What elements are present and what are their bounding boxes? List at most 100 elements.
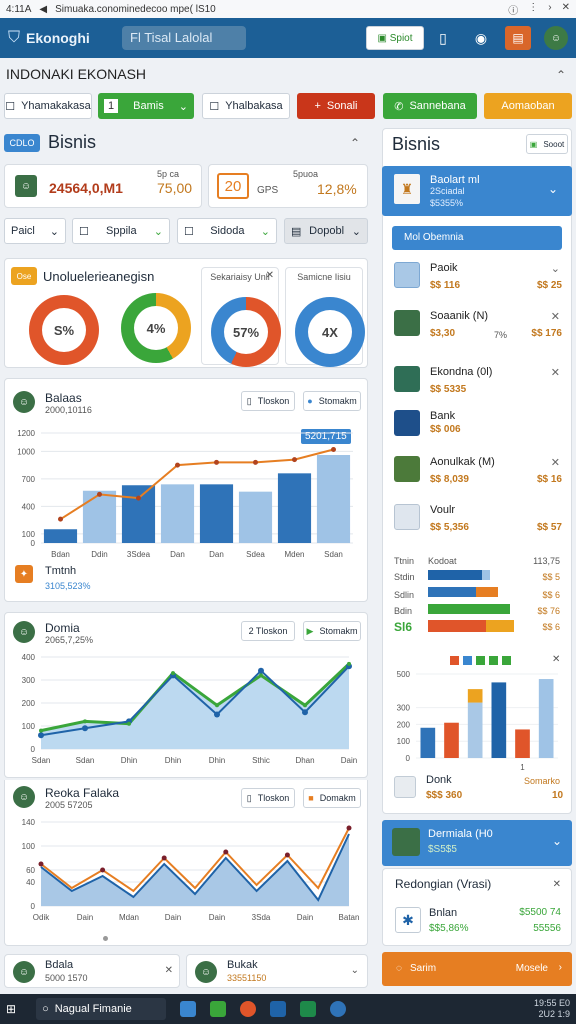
list-item[interactable]: Voulr $$ 5,356 $$ 57 — [392, 500, 564, 544]
stomakm-button[interactable]: ● Stomakm — [303, 391, 361, 411]
edge-icon[interactable] — [270, 1001, 287, 1017]
x-tick-label: Odik — [33, 913, 50, 922]
app-icon[interactable] — [210, 1001, 227, 1017]
x-tick-label: Dhin — [209, 756, 225, 765]
tloskon-button[interactable]: ▯ Tloskon — [241, 788, 295, 808]
avatar: ☺ — [13, 961, 35, 983]
domakm-button[interactable]: ■ Domakm — [303, 788, 361, 808]
close-icon[interactable]: ✕ — [266, 270, 274, 281]
line-point — [303, 703, 307, 708]
list-item[interactable]: Bank $$ 006 — [392, 406, 564, 450]
filter-dropdown-3[interactable]: ☐ Sidoda ⌄ — [177, 218, 277, 244]
item-value: $3,30 — [430, 328, 456, 339]
browser-icon[interactable] — [240, 1001, 257, 1017]
sonali-button[interactable]: + Sonali — [297, 93, 375, 119]
chrome-icon[interactable] — [330, 1001, 347, 1017]
btn-label: 2 Tloskon — [248, 626, 288, 636]
back-icon[interactable]: ◀ — [39, 4, 47, 15]
close-icon[interactable]: ✕ — [552, 654, 560, 665]
tloskon-button[interactable]: ▯ Tloskon — [241, 391, 295, 411]
page-dot[interactable] — [103, 936, 108, 941]
clock-time: 19:55 E0 — [533, 998, 570, 1008]
stomakm-button[interactable]: ▶ Stomakm — [303, 621, 361, 641]
close-icon[interactable]: ✕ — [551, 366, 560, 379]
right-section-button[interactable]: ▣ Sooot — [526, 134, 568, 154]
vbar-chart: 0 100 200 300 500 1 — [397, 670, 558, 772]
checkbox-icon: ☐ — [5, 100, 16, 113]
list-item[interactable]: Aonulkak (M) $$ 8,039 $$ 16 ✕ — [392, 452, 564, 496]
bar — [121, 485, 156, 543]
list-item[interactable]: Paoik $$ 116 $$ 25 ⌄ — [392, 258, 564, 302]
hbar-header: Kodoat — [428, 556, 457, 566]
spot-button[interactable]: ▣ Spiot — [366, 26, 424, 50]
bar — [538, 679, 554, 758]
notification-icon[interactable]: ▤ — [505, 26, 531, 50]
line-point — [100, 867, 106, 873]
bar — [316, 455, 351, 543]
explorer-icon[interactable] — [180, 1001, 197, 1017]
list-item[interactable]: Ekondna (0l) $$ 5335 ✕ — [392, 362, 564, 406]
x-tick-label: Sthic — [252, 756, 270, 765]
kpi-small: 5puoa — [293, 169, 319, 179]
search-input[interactable]: Fl Tisal Lalolal — [122, 26, 247, 50]
chevron-right-icon[interactable]: › — [548, 2, 551, 17]
collapse-icon[interactable]: ⌃ — [350, 136, 360, 150]
filter-label: Sidoda — [210, 225, 245, 237]
item-value: $$ 116 — [430, 280, 461, 291]
chevron-down-icon: ⌄ — [547, 182, 558, 196]
chevron-down-icon[interactable]: ⌄ — [351, 965, 359, 976]
close-icon[interactable]: ✕ — [551, 310, 560, 323]
close-icon[interactable]: ✕ — [562, 2, 570, 17]
bank-icon — [394, 410, 420, 436]
excel-icon[interactable] — [300, 1001, 317, 1017]
banner-value: $S5$5 — [428, 844, 457, 855]
windows-icon[interactable]: ⊞ — [6, 1002, 16, 1016]
close-icon[interactable]: ✕ — [551, 456, 560, 469]
close-icon[interactable]: ✕ — [553, 879, 561, 890]
chevron-down-icon[interactable]: ⌄ — [551, 262, 560, 275]
x-tick-label: Ddin — [91, 550, 107, 559]
close-icon[interactable]: ✕ — [165, 965, 173, 976]
more-icon[interactable]: ⋮ — [528, 2, 538, 17]
filter-button-2[interactable]: ☐ Yhalbakasa — [202, 93, 290, 119]
filter-dropdown-1[interactable]: Paicl ⌄ — [4, 218, 66, 244]
filter-label: Yhamakakasa — [21, 100, 91, 112]
filter-dropdown-2[interactable]: ☐ Sppila ⌄ — [72, 218, 170, 244]
kpi-badge: 20 — [217, 173, 249, 199]
bottom-action-bar[interactable]: ◌ Sarim Mosele › — [382, 952, 572, 986]
chevron-down-icon: ⌄ — [260, 225, 270, 238]
tloskon-button[interactable]: 2 Tloskon — [241, 621, 295, 641]
donut-chart-1: S% — [29, 295, 99, 365]
kpi-card-2: 20 GPS 5puoa 12,8% — [208, 164, 368, 208]
mol-obemnia-button[interactable]: Mol Obemnia — [392, 226, 562, 250]
filter-label: Yhalbakasa — [225, 100, 283, 112]
btn-label: Stomakm — [319, 626, 358, 636]
sannebana-button[interactable]: ✆ Sannebana — [383, 93, 477, 119]
book-icon[interactable]: ▯ — [430, 26, 456, 50]
right-top-card[interactable]: ♜ Baolart ml 2Sciadal $5355% ⌄ — [382, 166, 572, 216]
list-item[interactable]: Soaanik (N) $3,30 7% $$ 176 ✕ — [392, 306, 564, 350]
url-text[interactable]: Simuaka.conominedecoo mpe( lS10 — [55, 4, 216, 15]
status-bar: 4:11A ◀ Simuaka.conominedecoo mpe( lS10 … — [0, 0, 576, 18]
donut-subcard-title: Samicne Iisiu — [297, 272, 351, 282]
collapse-icon[interactable]: ⌃ — [556, 68, 566, 82]
user-icon[interactable]: ◉ — [468, 26, 494, 50]
aomaoban-button[interactable]: Aomaoban — [484, 93, 572, 119]
avatar[interactable]: ☺ — [544, 26, 568, 50]
donut-chart-3: 57% — [211, 297, 281, 367]
doc-icon — [394, 776, 416, 798]
line-point — [215, 703, 219, 708]
bamis-select[interactable]: 1 Bamis ⌄ — [98, 93, 194, 119]
list-icon: ▤ — [291, 225, 302, 238]
taskbar-search[interactable]: ○ Nagual Fimanie — [36, 998, 167, 1020]
banner-card[interactable]: Dermiala (H0 $S5$5 ⌄ — [382, 820, 572, 866]
sonali-label: Sonali — [326, 100, 358, 112]
btn-label: Domakm — [319, 793, 356, 803]
sannebana-label: Sannebana — [409, 100, 466, 112]
taskbar-clock[interactable]: 19:55 E0 2U2 1:9 — [534, 998, 570, 1020]
filter-dropdown-4[interactable]: ▤ Dopobl ⌄ — [284, 218, 368, 244]
square-icon: ▣ — [377, 32, 390, 44]
bottom-right-label: Mosele — [515, 963, 548, 974]
item-name: Aonulkak (M) — [430, 456, 495, 468]
filter-button-1[interactable]: ☐ Yhamakakasa — [4, 93, 92, 119]
